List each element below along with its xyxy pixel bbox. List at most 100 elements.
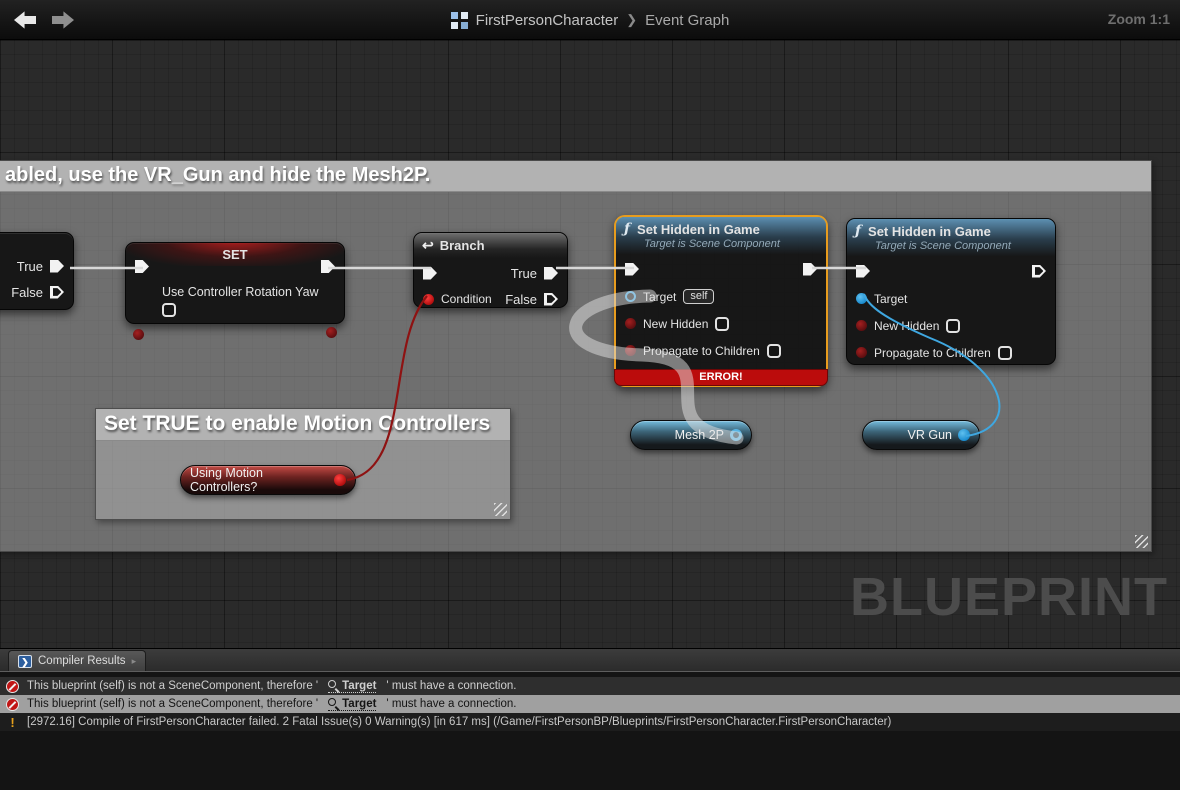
tab-label: Compiler Results — [38, 655, 126, 667]
variable-label: Using Motion Controllers? — [190, 466, 263, 494]
warning-icon: ! — [10, 714, 15, 730]
comment-resize-handle[interactable] — [494, 503, 507, 516]
compiler-results-panel: ❯ Compiler Results ▸ This blueprint (sel… — [0, 648, 1180, 790]
bool-pin-propagate-icon[interactable] — [625, 345, 636, 356]
exec-in-icon[interactable] — [423, 266, 437, 280]
compiler-error-row[interactable]: This blueprint (self) is not a SceneComp… — [0, 677, 1180, 695]
pin-label-target: Target — [643, 289, 677, 304]
link-label: Target — [342, 679, 377, 692]
node-subtitle: Target is Scene Component — [644, 238, 780, 250]
blueprint-watermark: BLUEPRINT — [850, 567, 1168, 627]
exec-in-icon[interactable] — [856, 264, 870, 278]
blueprint-icon — [450, 11, 468, 29]
link-label: Target — [342, 697, 377, 710]
exec-out-icon[interactable] — [1032, 264, 1046, 278]
pin-label-false: False — [505, 291, 537, 307]
exec-in-icon[interactable] — [625, 262, 639, 276]
exec-out-icon[interactable] — [803, 262, 817, 276]
zoom-level-label: Zoom 1:1 — [1107, 11, 1170, 27]
variable-node-using-motion-controllers[interactable]: Using Motion Controllers? — [180, 465, 356, 495]
bool-pin-in-icon[interactable] — [133, 329, 144, 340]
object-pin-out-icon[interactable] — [730, 429, 742, 441]
new-hidden-checkbox[interactable] — [715, 316, 730, 331]
comment-resize-handle[interactable] — [1135, 535, 1148, 548]
bool-pin-propagate-icon[interactable] — [856, 347, 867, 358]
object-pin-target-icon[interactable] — [625, 291, 636, 302]
tab-caret-icon[interactable]: ▸ — [132, 656, 137, 667]
error-text-post: ' must have a connection. — [386, 680, 517, 692]
breadcrumb-separator: ❯ — [626, 12, 638, 27]
node-title: Branch — [439, 238, 485, 253]
event-graph-canvas[interactable]: BLUEPRINT abled, use the VR_Gun and hide… — [0, 40, 1180, 648]
propagate-checkbox[interactable] — [766, 343, 781, 358]
exec-out-icon[interactable] — [50, 259, 64, 273]
exec-pin-true[interactable]: True — [0, 253, 73, 279]
pin-label-propagate: Propagate to Children — [643, 343, 760, 358]
bool-pin-out-icon[interactable] — [334, 474, 346, 486]
compiler-error-row-selected[interactable]: This blueprint (self) is not a SceneComp… — [0, 695, 1180, 713]
node-set-hidden-in-game-vrgun[interactable]: ƒ Set Hidden in Game Target is Scene Com… — [846, 218, 1056, 365]
target-pin-link[interactable]: Target — [328, 679, 377, 693]
node-set-use-controller-rotation-yaw[interactable]: SET Use Controller Rotation Yaw — [125, 242, 345, 340]
bool-pin-condition-icon[interactable] — [423, 293, 434, 305]
error-icon — [6, 679, 19, 693]
variable-node-vrgun[interactable]: VR Gun — [862, 420, 980, 450]
branch-icon: ↩ — [422, 237, 434, 253]
comment-title[interactable]: abled, use the VR_Gun and hide the Mesh2… — [0, 161, 1151, 192]
pin-label-true: True — [510, 265, 537, 281]
target-pin-link[interactable]: Target — [328, 697, 377, 711]
node-header[interactable]: ↩ Branch — [414, 233, 567, 258]
summary-text: [2972.16] Compile of FirstPersonCharacte… — [27, 716, 892, 728]
node-branch[interactable]: ↩ Branch True Condition False — [413, 232, 568, 308]
node-header[interactable]: ƒ Set Hidden in Game Target is Scene Com… — [616, 217, 826, 254]
bool-pin-new-hidden-icon[interactable] — [625, 318, 636, 329]
node-title: Set Hidden in Game — [637, 221, 760, 237]
breadcrumb-blueprint-name[interactable]: FirstPersonCharacter — [476, 12, 619, 29]
breadcrumb-graph-name[interactable]: Event Graph — [645, 12, 729, 29]
error-text-pre: This blueprint (self) is not a SceneComp… — [27, 680, 319, 692]
variable-label: Mesh 2P — [674, 428, 724, 442]
error-icon — [6, 697, 19, 711]
blueprint-editor: FirstPersonCharacter ❯ Event Graph Zoom … — [0, 0, 1180, 790]
node-set-hidden-in-game-mesh2p[interactable]: ƒ Set Hidden in Game Target is Scene Com… — [614, 215, 828, 387]
exec-pin-false[interactable]: False — [0, 279, 73, 305]
compiler-results-icon: ❯ — [18, 654, 32, 668]
exec-out-icon[interactable] — [50, 285, 64, 299]
variable-label: VR Gun — [907, 428, 952, 442]
comment-motion-controllers[interactable]: Set TRUE to enable Motion Controllers — [95, 408, 511, 520]
breadcrumb: FirstPersonCharacter ❯ Event Graph — [0, 0, 1180, 40]
pin-label-new-hidden: New Hidden — [643, 316, 709, 331]
node-title: Set Hidden in Game — [868, 223, 991, 239]
error-text-pre: This blueprint (self) is not a SceneComp… — [27, 698, 319, 710]
target-default-value[interactable]: self — [683, 289, 715, 304]
object-pin-target-icon[interactable] — [856, 293, 867, 304]
bool-default-checkbox[interactable] — [162, 303, 176, 317]
comment-title[interactable]: Set TRUE to enable Motion Controllers — [96, 409, 510, 441]
pin-label-propagate: Propagate to Children — [874, 345, 991, 360]
compiler-summary-row[interactable]: ! [2972.16] Compile of FirstPersonCharac… — [0, 713, 1180, 731]
bool-pin-out-icon[interactable] — [326, 327, 337, 338]
exec-out-false-icon[interactable] — [544, 292, 558, 306]
object-pin-out-icon[interactable] — [958, 429, 970, 441]
graph-title-bar: FirstPersonCharacter ❯ Event Graph Zoom … — [0, 0, 1180, 40]
pin-label-new-hidden: New Hidden — [874, 318, 940, 333]
node-header[interactable]: ƒ Set Hidden in Game Target is Scene Com… — [847, 219, 1055, 256]
tab-compiler-results[interactable]: ❯ Compiler Results ▸ — [8, 650, 147, 671]
bool-pin-new-hidden-icon[interactable] — [856, 320, 867, 331]
variable-node-mesh2p[interactable]: Mesh 2P — [630, 420, 752, 450]
pin-label-true: True — [16, 258, 43, 274]
node-subtitle: Target is Scene Component — [875, 240, 1011, 252]
pin-label: Use Controller Rotation Yaw — [162, 285, 319, 299]
function-icon: ƒ — [624, 221, 631, 237]
pin-label-false: False — [11, 284, 43, 300]
new-hidden-checkbox[interactable] — [946, 318, 961, 333]
function-icon: ƒ — [855, 223, 862, 239]
node-header[interactable]: SET — [126, 243, 344, 266]
node-branch-partial[interactable]: True False — [0, 232, 74, 310]
exec-out-true-icon[interactable] — [544, 266, 558, 280]
pin-label-condition: Condition — [441, 292, 492, 306]
panel-tab-strip: ❯ Compiler Results ▸ — [0, 649, 1180, 672]
node-error-banner: ERROR! — [614, 369, 828, 386]
propagate-checkbox[interactable] — [997, 345, 1012, 360]
error-text-post: ' must have a connection. — [386, 698, 517, 710]
